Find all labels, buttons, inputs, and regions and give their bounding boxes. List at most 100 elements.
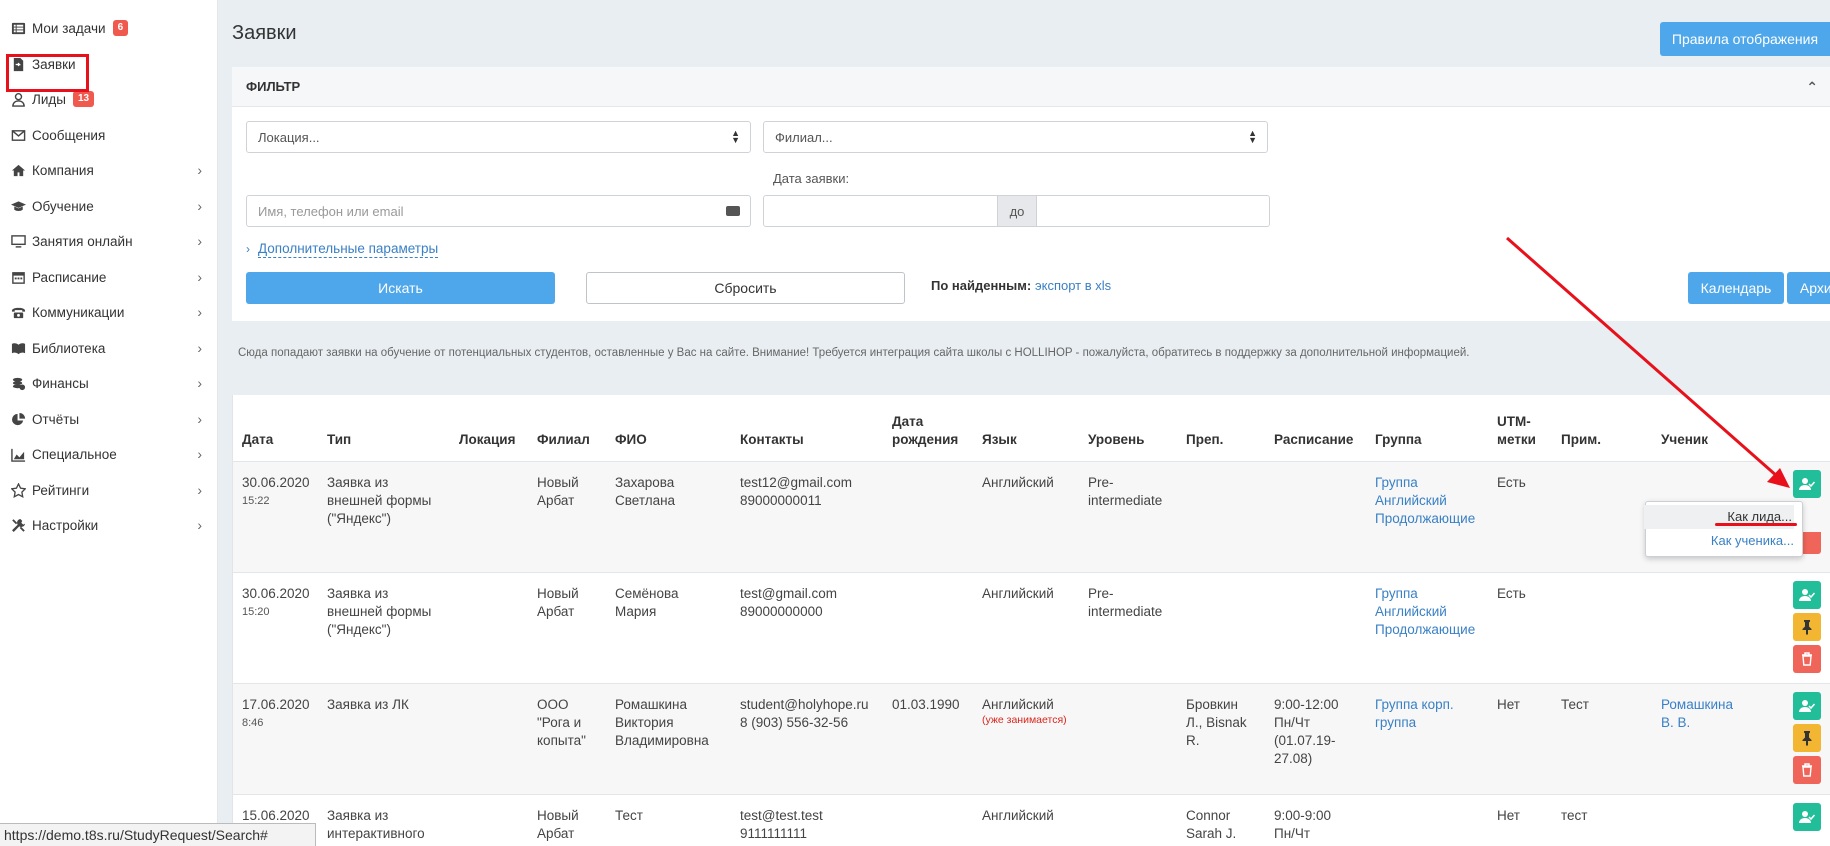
cell-date: 30.06.2020 15:20 — [242, 585, 310, 621]
pin-button[interactable] — [1793, 724, 1821, 752]
time-value: 15:22 — [242, 495, 270, 507]
add-user-button[interactable] — [1793, 803, 1821, 831]
user-icon — [10, 91, 26, 107]
sidebar-item-schedule[interactable]: Расписание › — [0, 261, 218, 293]
sidebar-item-communications[interactable]: Коммуникации › — [0, 296, 218, 328]
calendar-icon — [10, 269, 26, 285]
cell-language: Английский — [982, 475, 1054, 490]
type-line: Заявка из — [327, 475, 389, 490]
type-line: внешней формы — [327, 493, 432, 508]
cell-contacts: test@gmail.com 89000000000 — [740, 585, 837, 621]
header-student[interactable]: Ученик — [1661, 431, 1708, 449]
header-birth-line2: рождения — [892, 432, 959, 447]
header-branch[interactable]: Филиал — [537, 431, 590, 449]
delete-button[interactable] — [1793, 645, 1821, 673]
cell-type: Заявка из внешней формы ("Яндекс") — [327, 474, 431, 528]
request-date-label: Дата заявки: — [773, 171, 850, 186]
cell-date: 17.06.2020 8:46 — [242, 696, 310, 732]
phone-value: 9111111111 — [740, 826, 808, 841]
teacher-line: R. — [1186, 733, 1200, 748]
header-contacts[interactable]: Контакты — [740, 431, 804, 449]
chevron-right-icon: › — [197, 446, 202, 462]
header-group[interactable]: Группа — [1375, 431, 1422, 449]
sidebar-item-label: Отчёты — [32, 411, 80, 427]
cell-type: Заявка из ЛК — [327, 696, 409, 714]
home-icon — [10, 162, 26, 178]
fio-line: Ромашкина — [615, 697, 687, 712]
header-fio[interactable]: ФИО — [615, 431, 647, 449]
reset-button[interactable]: Сбросить — [586, 272, 905, 304]
chevron-right-icon: › — [197, 375, 202, 391]
fio-line: Семёнова — [615, 586, 679, 601]
as-student-option[interactable]: Как ученика... — [1711, 531, 1794, 551]
header-language[interactable]: Язык — [982, 431, 1017, 449]
delete-button[interactable] — [1793, 756, 1821, 784]
header-schedule[interactable]: Расписание — [1274, 431, 1353, 449]
sidebar-item-reports[interactable]: Отчёты › — [0, 403, 218, 435]
area-chart-icon — [10, 446, 26, 462]
pin-button[interactable] — [1793, 613, 1821, 641]
date-range-separator: до — [998, 195, 1036, 227]
sidebar-item-settings[interactable]: Настройки › — [0, 509, 218, 541]
star-icon — [10, 482, 26, 498]
schedule-line: Пн/Чт — [1274, 715, 1311, 730]
tasks-count-badge: 6 — [112, 20, 129, 36]
location-select[interactable]: Локация... ▲ ▼ — [246, 121, 751, 153]
branch-select[interactable]: Филиал... ▲ ▼ — [763, 121, 1268, 153]
cell-group-link[interactable]: Группа корп. группа — [1375, 696, 1454, 732]
header-level[interactable]: Уровень — [1088, 431, 1144, 449]
sidebar-item-label: Специальное — [32, 446, 117, 462]
add-user-button[interactable] — [1793, 692, 1821, 720]
header-note[interactable]: Прим. — [1561, 431, 1601, 449]
trash-icon — [1802, 763, 1812, 777]
calendar-button[interactable]: Календарь — [1688, 272, 1784, 304]
search-input[interactable]: Имя, телефон или email — [246, 195, 751, 227]
group-line: Продолжающие — [1375, 622, 1476, 637]
sidebar-item-messages[interactable]: Сообщения — [0, 119, 218, 151]
leads-count-badge: 13 — [72, 91, 95, 107]
level-line: Pre- — [1088, 586, 1114, 601]
cell-language: Английский — [982, 808, 1054, 823]
group-line: Английский — [1375, 604, 1447, 619]
date-to-input[interactable] — [1036, 195, 1270, 227]
archive-button[interactable]: Архив — [1787, 272, 1830, 304]
cell-level: Pre-intermediate — [1088, 585, 1162, 621]
envelope-icon — [10, 127, 26, 143]
cell-group-link[interactable]: Группа Английский Продолжающие — [1375, 474, 1475, 528]
time-value: 15:20 — [242, 606, 270, 618]
sidebar-item-education[interactable]: Обучение › — [0, 190, 218, 222]
sidebar-item-ratings[interactable]: Рейтинги › — [0, 474, 218, 506]
chevron-up-icon[interactable]: ⌃ — [1806, 79, 1818, 96]
header-date[interactable]: Дата — [242, 431, 273, 449]
header-type[interactable]: Тип — [327, 431, 351, 449]
sidebar-item-special[interactable]: Специальное › — [0, 438, 218, 470]
display-rules-button[interactable]: Правила отображения — [1660, 22, 1830, 56]
sidebar-item-online-classes[interactable]: Занятия онлайн › — [0, 225, 218, 257]
add-user-button[interactable] — [1793, 581, 1821, 609]
sidebar-item-finance[interactable]: Финансы › — [0, 367, 218, 399]
advanced-params-link[interactable]: Дополнительные параметры — [258, 241, 439, 258]
cell-student-link[interactable]: Ромашкина В. В. — [1661, 696, 1733, 732]
search-button[interactable]: Искать — [246, 272, 555, 304]
export-xls-link[interactable]: экспорт в xls — [1035, 278, 1111, 293]
group-line: Продолжающие — [1375, 511, 1476, 526]
sidebar-item-library[interactable]: Библиотека › — [0, 332, 218, 364]
header-birth-date[interactable]: Дата рождения — [892, 413, 958, 449]
filter-header[interactable]: ФИЛЬТР ⌃ — [232, 67, 1830, 107]
table-row: 15.06.2020 Заявка из интерактивного Новый… — [233, 794, 1830, 846]
teacher-line: Connor — [1186, 808, 1231, 823]
header-utm[interactable]: UTM-метки — [1497, 413, 1536, 449]
header-teacher[interactable]: Преп. — [1186, 431, 1223, 449]
sidebar-item-my-tasks[interactable]: Мои задачи 6 — [0, 12, 218, 44]
cell-group-link[interactable]: Группа Английский Продолжающие — [1375, 585, 1475, 639]
sidebar-item-company[interactable]: Компания › — [0, 154, 218, 186]
time-value: 8:46 — [242, 717, 264, 729]
fio-line: Захарова — [615, 475, 675, 490]
sidebar-item-label: Сообщения — [32, 127, 106, 143]
pin-icon — [1802, 731, 1812, 746]
header-location[interactable]: Локация — [459, 431, 515, 449]
keyboard-icon[interactable] — [726, 206, 740, 216]
date-from-input[interactable] — [763, 195, 998, 227]
cell-type: Заявка из интерактивного — [327, 807, 425, 843]
add-user-button[interactable] — [1793, 470, 1821, 498]
